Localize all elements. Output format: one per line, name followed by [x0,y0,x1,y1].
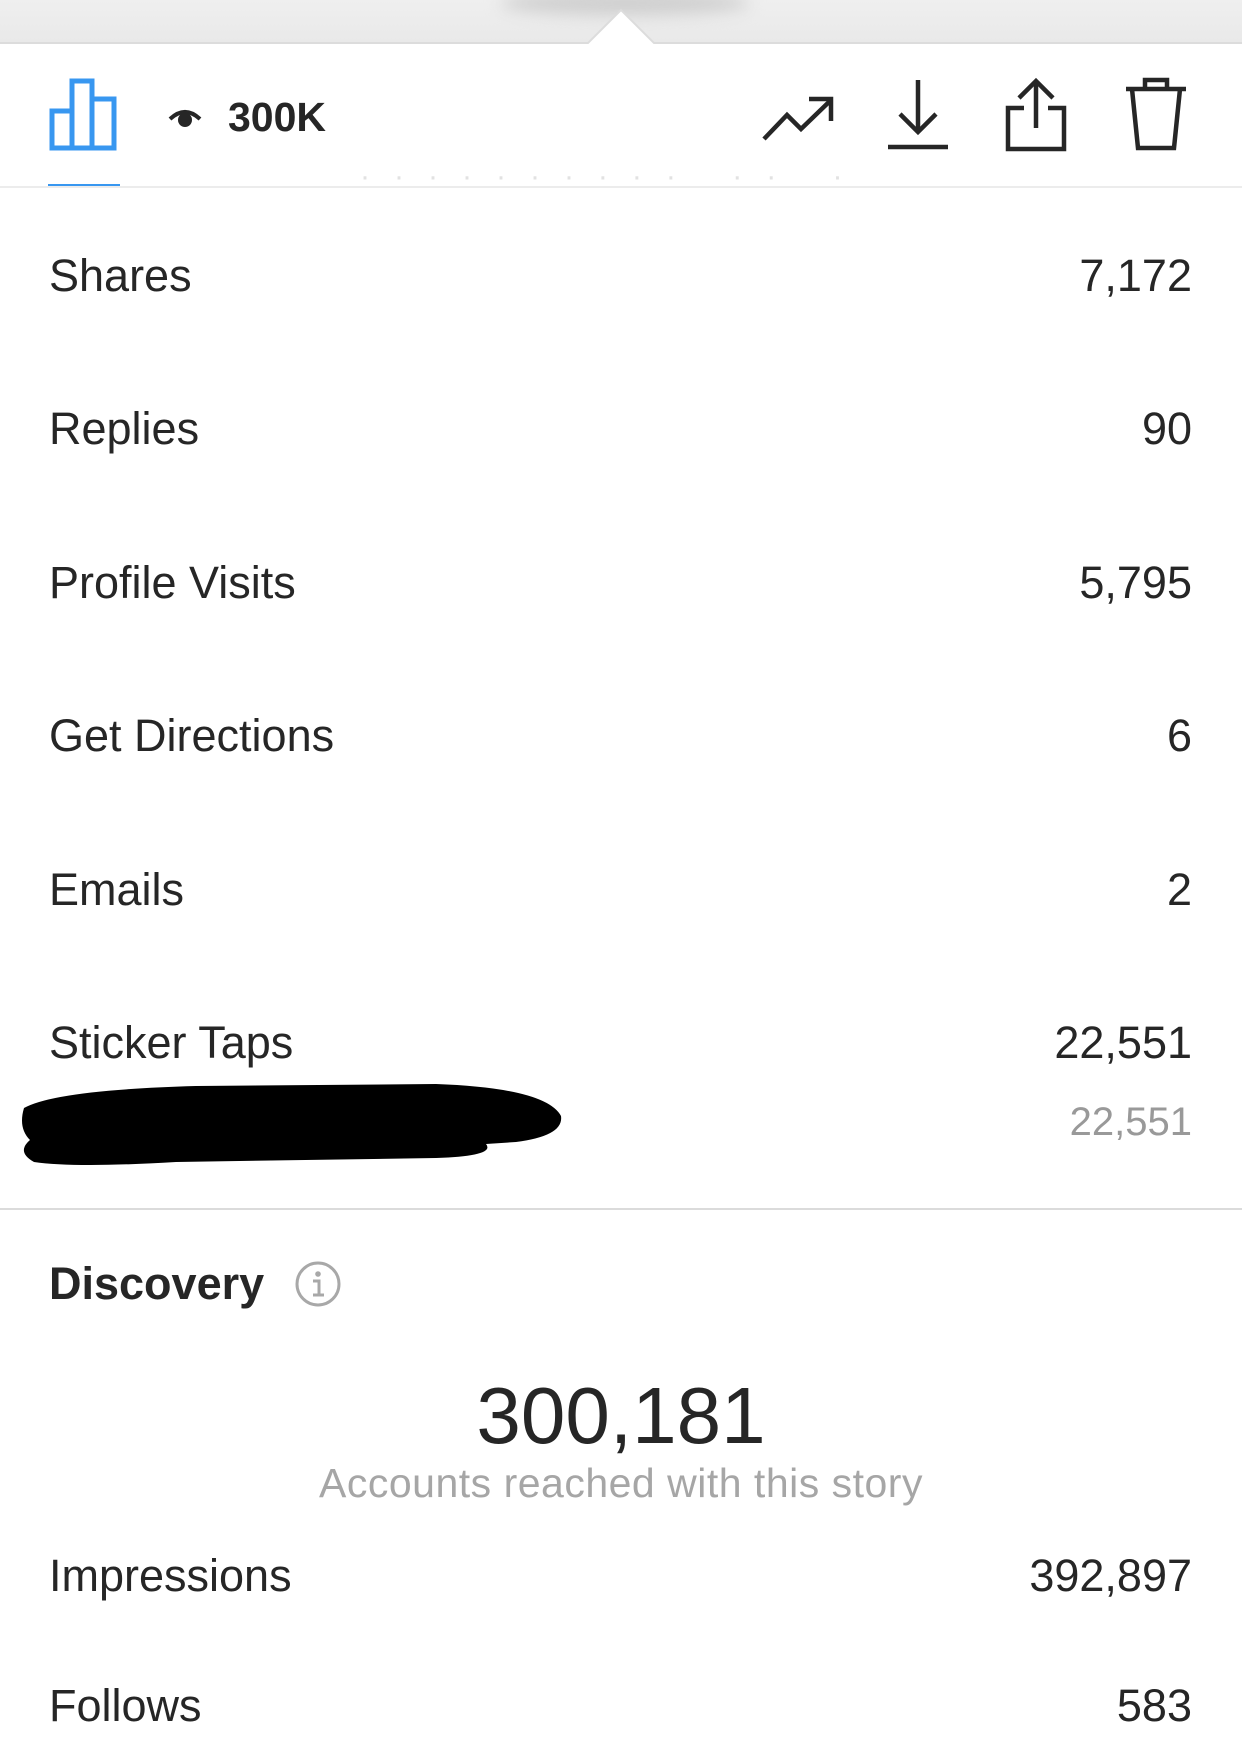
metric-row: Profile Visits 5,795 [49,553,1192,613]
share-icon [1005,77,1067,152]
metric-label: Emails [49,864,185,915]
metric-value: 6 [1166,710,1192,761]
redaction-mark [22,1084,562,1165]
metric-label: Replies [49,403,200,454]
view-count[interactable]: 300K [168,94,326,141]
popover-caret-icon [585,8,657,46]
metric-value: 22,551 [1054,1017,1192,1068]
download-icon [888,80,948,150]
insights-tab[interactable] [44,74,124,154]
info-icon[interactable] [294,1260,342,1308]
metric-value: 392,897 [1029,1550,1192,1601]
metric-label: Impressions [49,1550,292,1601]
accounts-reached-caption: Accounts reached with this story [319,1460,923,1506]
active-tab-indicator [48,184,120,186]
metric-value: 90 [1141,403,1192,454]
delete-button[interactable] [1116,72,1196,156]
metric-value: 7,172 [1079,250,1192,301]
metric-label: Get Directions [49,710,335,761]
metric-value: 5,795 [1079,557,1192,608]
metric-row: Sticker Taps 22,551 [49,1013,1192,1073]
metric-label: Follows [49,1680,202,1731]
metric-label: Sticker Taps [49,1017,294,1068]
discovery-header: Discovery [49,1258,342,1310]
scrolled-out-text: ·········· ·· · [360,160,867,190]
metric-row: Impressions 392,897 [49,1546,1192,1606]
share-button[interactable] [996,72,1076,156]
promote-button[interactable] [758,84,838,154]
section-title: Discovery [49,1258,265,1309]
metric-row: Follows 583 [49,1676,1192,1736]
metric-row: Get Directions 6 [49,706,1192,766]
download-button[interactable] [878,72,958,154]
metric-row: Emails 2 [49,860,1192,920]
eye-icon [168,109,202,127]
view-count-value: 300K [228,94,327,140]
metric-value: 583 [1116,1680,1192,1731]
trash-icon [1126,77,1186,151]
trend-icon [762,96,834,141]
bar-chart-icon [49,78,117,151]
metric-row: Shares 7,172 [49,246,1192,306]
metric-row: Replies 90 [49,399,1192,459]
sticker-sub-value: 22,551 [1069,1100,1192,1144]
section-divider [0,1208,1242,1210]
accounts-reached-value: 300,181 [476,1371,766,1460]
metric-label: Profile Visits [49,557,296,608]
metric-value: 2 [1166,864,1192,915]
metric-label: Shares [49,250,192,301]
